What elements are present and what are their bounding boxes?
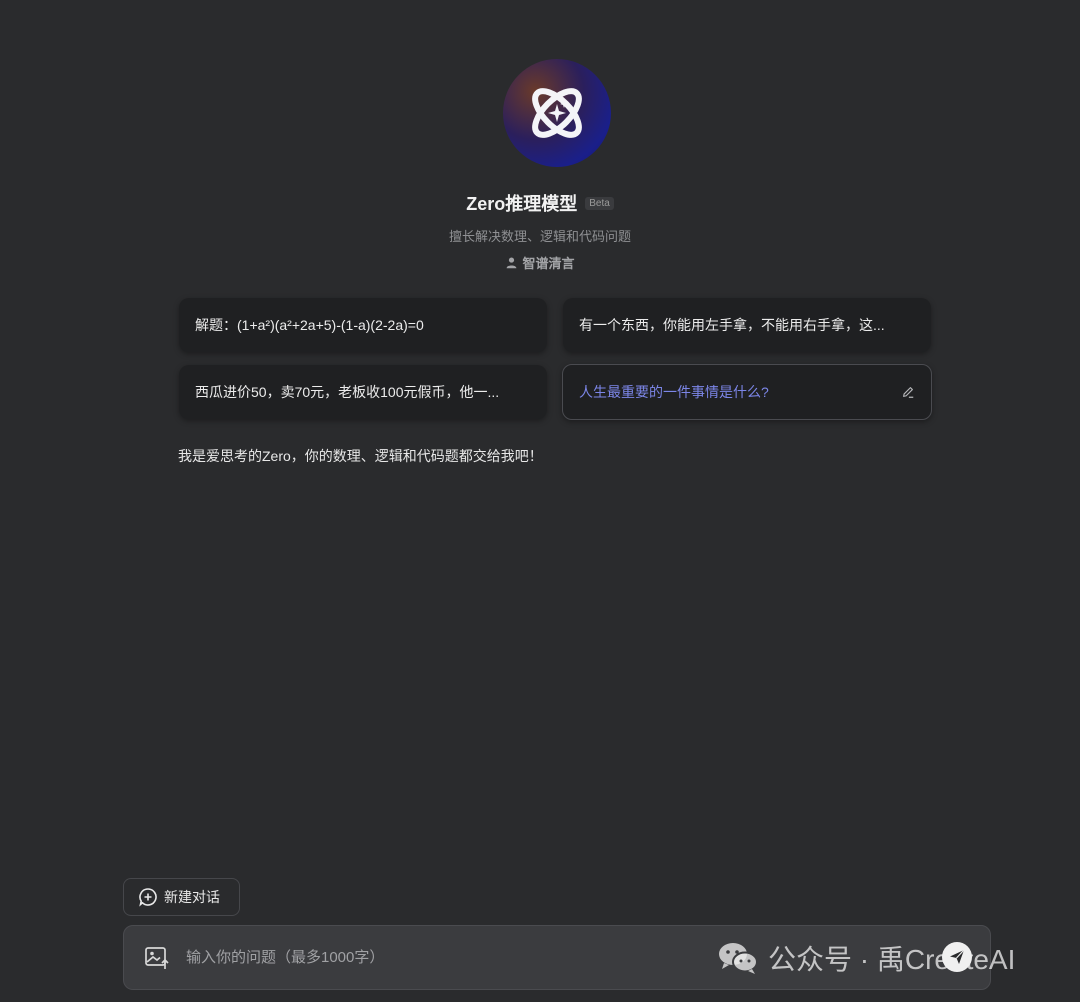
page: Zero推理模型 Beta 擅长解决数理、逻辑和代码问题 智谱清言 解题：(1+… bbox=[0, 0, 1080, 1002]
atom-sparkle-icon bbox=[532, 88, 582, 138]
suggestion-card[interactable]: 解题：(1+a²)(a²+2a+5)-(1-a)(2-2a)=0 bbox=[179, 298, 547, 352]
bot-description: 擅长解决数理、逻辑和代码问题 bbox=[448, 229, 631, 244]
beta-badge: Beta bbox=[585, 196, 614, 210]
suggestion-text: 西瓜进价50，卖70元，老板收100元假币，他一... bbox=[195, 384, 500, 400]
suggestion-text: 人生最重要的一件事情是什么? bbox=[579, 384, 769, 400]
bot-avatar bbox=[503, 59, 611, 167]
author-name: 智谱清言 bbox=[522, 256, 575, 271]
page-title: Zero推理模型 bbox=[466, 194, 578, 214]
image-upload-icon[interactable] bbox=[144, 945, 170, 971]
wechat-icon bbox=[719, 943, 758, 974]
title-row: Zero推理模型 Beta bbox=[0, 190, 1080, 216]
send-button[interactable] bbox=[942, 942, 972, 972]
suggestion-card-hovered[interactable]: 人生最重要的一件事情是什么? bbox=[562, 364, 932, 420]
suggestion-text: 有一个东西，你能用左手拿，不能用右手拿，这... bbox=[579, 317, 885, 333]
watermark-text: 公众号 · 禹CreateAI bbox=[768, 944, 1016, 975]
intro-message: 我是爱思考的Zero，你的数理、逻辑和代码题都交给我吧！ bbox=[178, 448, 543, 464]
suggestion-text: 解题：(1+a²)(a²+2a+5)-(1-a)(2-2a)=0 bbox=[195, 317, 424, 333]
send-icon bbox=[950, 949, 965, 964]
edit-icon[interactable] bbox=[901, 385, 915, 399]
user-icon bbox=[507, 257, 517, 269]
author-row: 智谱清言 bbox=[0, 253, 1080, 272]
question-input[interactable] bbox=[184, 948, 708, 967]
suggestion-card[interactable]: 有一个东西，你能用左手拿，不能用右手拿，这... bbox=[563, 298, 931, 352]
add-chat-icon bbox=[139, 888, 157, 907]
new-chat-label: 新建对话 bbox=[164, 889, 220, 905]
new-chat-button[interactable]: 新建对话 bbox=[123, 878, 240, 916]
suggestion-card[interactable]: 西瓜进价50，卖70元，老板收100元假币，他一... bbox=[179, 365, 547, 419]
